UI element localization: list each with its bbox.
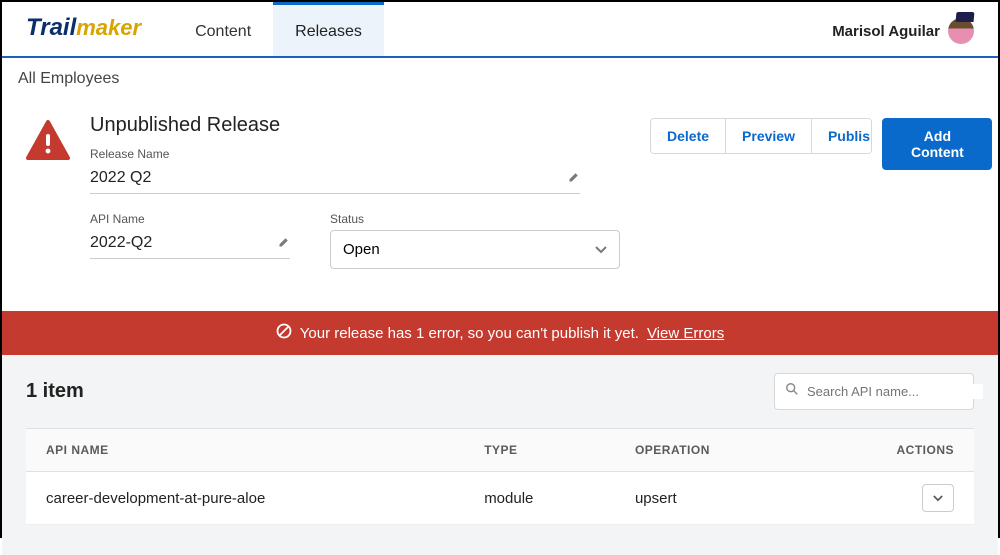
release-actions: Delete Preview Publish Add Content — [650, 114, 992, 287]
value-release-name[interactable]: 2022 Q2 — [90, 165, 580, 194]
chevron-down-icon — [595, 241, 607, 258]
view-errors-link[interactable]: View Errors — [647, 325, 724, 342]
action-group: Delete Preview Publish — [650, 118, 872, 154]
nav-tabs: Content Releases — [173, 2, 384, 56]
row-action-menu[interactable] — [922, 484, 954, 512]
field-status: Status Open — [330, 212, 630, 269]
search-box[interactable] — [774, 373, 974, 410]
field-api-name: API Name 2022-Q2 — [90, 212, 290, 269]
cell-operation: upsert — [615, 472, 809, 525]
cell-api-name: career-development-at-pure-aloe — [26, 472, 464, 525]
logo-maker: maker — [76, 15, 141, 41]
col-type[interactable]: TYPE — [464, 429, 615, 472]
cell-actions — [809, 472, 974, 525]
content-table: API NAME TYPE OPERATION ACTIONS career-d… — [26, 428, 974, 525]
col-actions: ACTIONS — [809, 429, 974, 472]
text-api-name: 2022-Q2 — [90, 234, 152, 252]
error-message: Your release has 1 error, so you can't p… — [300, 325, 639, 342]
col-api-name[interactable]: API NAME — [26, 429, 464, 472]
error-banner: Your release has 1 error, so you can't p… — [2, 311, 998, 355]
release-fields: Unpublished Release Release Name 2022 Q2… — [90, 114, 630, 287]
preview-button[interactable]: Preview — [726, 119, 812, 153]
field-release-name: Release Name 2022 Q2 — [90, 147, 580, 194]
status-select[interactable]: Open — [330, 230, 620, 269]
avatar — [948, 18, 974, 44]
label-status: Status — [330, 212, 630, 226]
col-operation[interactable]: OPERATION — [615, 429, 809, 472]
tab-content[interactable]: Content — [173, 2, 273, 56]
content-list: 1 item API NAME TYPE OPERATION ACTIONS c… — [2, 355, 998, 555]
cell-type: module — [464, 472, 615, 525]
page-title: Unpublished Release — [90, 114, 630, 137]
release-details: Unpublished Release Release Name 2022 Q2… — [2, 94, 998, 311]
logo: Trailmaker — [26, 14, 141, 56]
logo-trail: Trail — [26, 14, 76, 42]
block-icon — [276, 323, 292, 343]
table-row[interactable]: career-development-at-pure-aloe module u… — [26, 472, 974, 525]
status-value: Open — [343, 241, 380, 258]
edit-icon[interactable] — [568, 171, 580, 186]
user-name: Marisol Aguilar — [832, 23, 940, 40]
edit-icon[interactable] — [278, 236, 290, 251]
publish-button[interactable]: Publish — [812, 119, 872, 153]
search-icon — [785, 382, 799, 401]
warning-icon — [26, 114, 70, 287]
text-release-name: 2022 Q2 — [90, 169, 151, 187]
search-input[interactable] — [807, 384, 983, 399]
label-api-name: API Name — [90, 212, 290, 226]
delete-button[interactable]: Delete — [651, 119, 726, 153]
item-count: 1 item — [26, 380, 84, 403]
add-content-button[interactable]: Add Content — [882, 118, 992, 170]
user-menu[interactable]: Marisol Aguilar — [832, 18, 974, 56]
tab-releases[interactable]: Releases — [273, 2, 384, 56]
breadcrumb[interactable]: All Employees — [2, 58, 998, 94]
app-header: Trailmaker Content Releases Marisol Agui… — [2, 2, 998, 58]
list-header: 1 item — [26, 373, 974, 410]
label-release-name: Release Name — [90, 147, 580, 161]
value-api-name[interactable]: 2022-Q2 — [90, 230, 290, 259]
